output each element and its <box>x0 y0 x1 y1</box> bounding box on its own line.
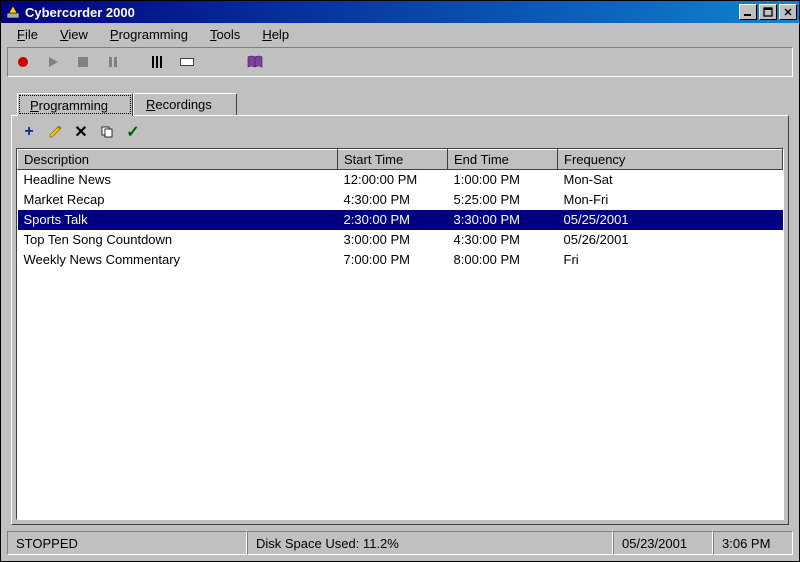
mixer-icon[interactable] <box>146 51 168 73</box>
app-window: Cybercorder 2000 File View Programming T… <box>0 0 800 562</box>
plus-icon[interactable]: + <box>20 123 38 141</box>
tabs-area: Programming Recordings + ✕ <box>11 91 789 525</box>
cell-start: 12:00:00 PM <box>338 170 448 190</box>
table-row[interactable]: Weekly News Commentary7:00:00 PM8:00:00 … <box>18 250 783 270</box>
play-icon[interactable] <box>42 51 64 73</box>
minimize-button[interactable] <box>739 4 757 20</box>
tab-recordings[interactable]: Recordings <box>133 93 237 115</box>
menu-help[interactable]: Help <box>252 25 299 44</box>
cell-description: Sports Talk <box>18 210 338 230</box>
table-row[interactable]: Headline News12:00:00 PM1:00:00 PMMon-Sa… <box>18 170 783 190</box>
list-table: Description Start Time End Time Frequenc… <box>17 149 783 270</box>
book-icon[interactable] <box>244 51 266 73</box>
table-row[interactable]: Market Recap4:30:00 PM5:25:00 PMMon-Fri <box>18 190 783 210</box>
cell-description: Top Ten Song Countdown <box>18 230 338 250</box>
output-icon[interactable] <box>176 51 198 73</box>
cell-end: 1:00:00 PM <box>448 170 558 190</box>
list-toolbar: + ✕ ✓ <box>16 120 784 144</box>
menu-view[interactable]: View <box>50 25 98 44</box>
statusbar: STOPPED Disk Space Used: 11.2% 05/23/200… <box>7 531 793 555</box>
cell-description: Market Recap <box>18 190 338 210</box>
status-time: 3:06 PM <box>713 531 793 555</box>
cell-description: Weekly News Commentary <box>18 250 338 270</box>
menubar: File View Programming Tools Help <box>1 23 799 45</box>
status-disk: Disk Space Used: 11.2% <box>247 531 613 555</box>
menu-file[interactable]: File <box>7 25 48 44</box>
column-headers[interactable]: Description Start Time End Time Frequenc… <box>18 150 783 170</box>
programming-list: Description Start Time End Time Frequenc… <box>16 148 784 520</box>
maximize-button[interactable] <box>759 4 777 20</box>
tab-panel-programming: + ✕ ✓ <box>11 115 789 525</box>
record-icon[interactable] <box>12 51 34 73</box>
menu-programming[interactable]: Programming <box>100 25 198 44</box>
pencil-icon[interactable] <box>46 123 64 141</box>
close-button[interactable] <box>779 4 797 20</box>
tab-programming[interactable]: Programming <box>17 93 133 116</box>
stop-icon[interactable] <box>72 51 94 73</box>
cell-start: 4:30:00 PM <box>338 190 448 210</box>
col-frequency[interactable]: Frequency <box>558 150 783 170</box>
cell-start: 2:30:00 PM <box>338 210 448 230</box>
cell-description: Headline News <box>18 170 338 190</box>
status-state: STOPPED <box>7 531 247 555</box>
x-icon[interactable]: ✕ <box>72 123 90 141</box>
cell-freq: Fri <box>558 250 783 270</box>
cell-end: 3:30:00 PM <box>448 210 558 230</box>
titlebar[interactable]: Cybercorder 2000 <box>1 1 799 23</box>
table-row[interactable]: Top Ten Song Countdown3:00:00 PM4:30:00 … <box>18 230 783 250</box>
cell-start: 7:00:00 PM <box>338 250 448 270</box>
cell-freq: Mon-Sat <box>558 170 783 190</box>
app-icon <box>5 4 21 20</box>
cell-freq: 05/26/2001 <box>558 230 783 250</box>
cell-freq: Mon-Fri <box>558 190 783 210</box>
main-toolbar <box>7 47 793 77</box>
check-icon[interactable]: ✓ <box>124 123 142 141</box>
status-date: 05/23/2001 <box>613 531 713 555</box>
cell-freq: 05/25/2001 <box>558 210 783 230</box>
menu-tools[interactable]: Tools <box>200 25 250 44</box>
cell-end: 5:25:00 PM <box>448 190 558 210</box>
cell-end: 8:00:00 PM <box>448 250 558 270</box>
col-end[interactable]: End Time <box>448 150 558 170</box>
cell-start: 3:00:00 PM <box>338 230 448 250</box>
table-row[interactable]: Sports Talk2:30:00 PM3:30:00 PM05/25/200… <box>18 210 783 230</box>
col-description[interactable]: Description <box>18 150 338 170</box>
window-title: Cybercorder 2000 <box>25 5 737 20</box>
pause-icon[interactable] <box>102 51 124 73</box>
copy-icon[interactable] <box>98 123 116 141</box>
tabstrip: Programming Recordings <box>11 91 789 115</box>
cell-end: 4:30:00 PM <box>448 230 558 250</box>
col-start[interactable]: Start Time <box>338 150 448 170</box>
